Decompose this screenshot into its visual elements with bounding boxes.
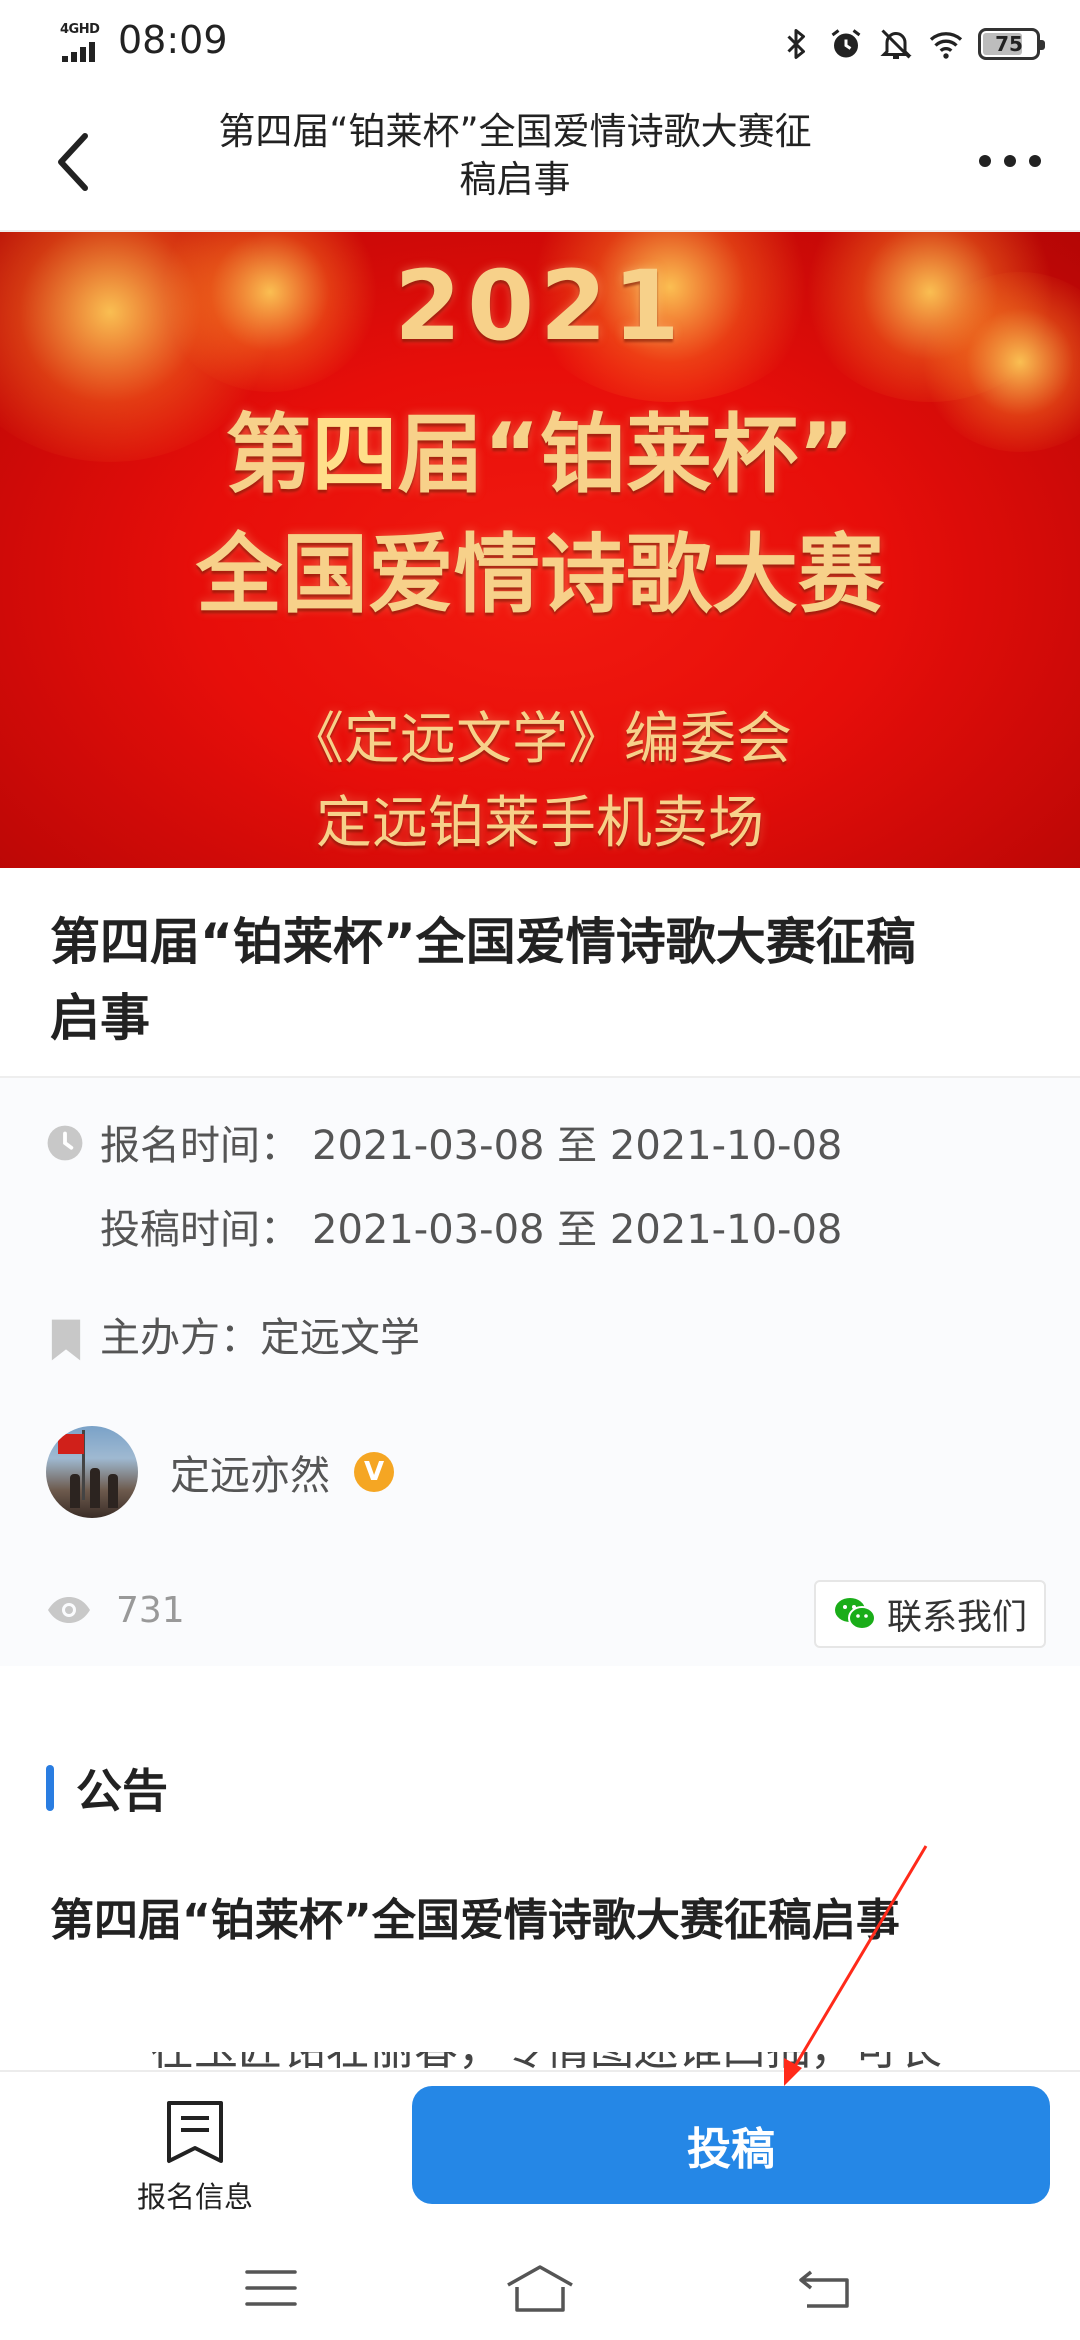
more-dots-icon bbox=[979, 155, 1041, 167]
view-count-value: 731 bbox=[116, 1589, 185, 1631]
avatar[interactable] bbox=[46, 1426, 138, 1518]
battery-icon: 75 bbox=[978, 28, 1045, 60]
submission-time-label: 投稿时间： bbox=[100, 1207, 300, 1253]
contact-us-label: 联系我们 bbox=[886, 1597, 1027, 1638]
author-name[interactable]: 定远亦然 bbox=[170, 1443, 330, 1501]
announcement-body: 在玉匠铭壮丽春，专情图迷谁凹抽，可长 bbox=[150, 2052, 1050, 2072]
article-title-line2: 启事 bbox=[50, 989, 150, 1047]
heading-accent-bar bbox=[46, 1765, 54, 1811]
banner-organizer: 《定远文学》编委会 bbox=[288, 707, 792, 772]
submission-time-value: 2021-03-08 至 2021-10-08 bbox=[312, 1207, 843, 1253]
page-title-line2: 稿启事 bbox=[459, 158, 571, 201]
mute-bell-icon bbox=[880, 29, 912, 59]
signup-info-button[interactable]: 报名信息 bbox=[120, 2086, 270, 2216]
banner-sponsor: 定远铂莱手机卖场 bbox=[316, 791, 764, 856]
signup-time-value: 2021-03-08 至 2021-10-08 bbox=[312, 1123, 843, 1169]
status-icons: 75 bbox=[778, 22, 1045, 66]
view-count: 731 bbox=[46, 1586, 185, 1634]
announcement-title: 第四届“铂莱杯”全国爱情诗歌大赛征稿启事 bbox=[50, 1895, 900, 1946]
chevron-left-icon bbox=[58, 133, 88, 191]
system-nav-bar bbox=[0, 2240, 1080, 2340]
bottom-action-bar: 报名信息 投稿 bbox=[0, 2070, 1080, 2240]
more-button[interactable] bbox=[970, 136, 1050, 186]
announcement-heading-text: 公告 bbox=[76, 1764, 168, 1818]
signal-bars-icon bbox=[62, 42, 98, 62]
article-title-line1: 第四届“铂莱杯”全国爱情诗歌大赛征稿 bbox=[50, 913, 916, 971]
network-indicator: 4GHD bbox=[58, 22, 106, 66]
announcement-heading: 公告 bbox=[46, 1758, 168, 1818]
organizer-label: 主办方：定远文学 bbox=[100, 1315, 420, 1361]
status-bar: 4GHD 08:09 75 bbox=[0, 0, 1080, 86]
page-title: 第四届“铂莱杯”全国爱情诗歌大赛征 稿启事 bbox=[140, 108, 890, 204]
bookmark-icon bbox=[51, 1319, 81, 1361]
signup-time-label: 报名时间： bbox=[100, 1123, 300, 1169]
page-title-line1: 第四届“铂莱杯”全国爱情诗歌大赛征 bbox=[218, 110, 812, 153]
banner-year: 2021 bbox=[394, 250, 686, 362]
menu-icon bbox=[245, 2270, 297, 2306]
contact-us-button[interactable]: 联系我们 bbox=[814, 1580, 1046, 1648]
eye-icon bbox=[48, 1597, 90, 1623]
banner-edition: 第四届“铂莱杯” bbox=[225, 405, 855, 505]
alarm-icon bbox=[831, 29, 861, 58]
verified-badge: V bbox=[354, 1452, 394, 1492]
home-button[interactable] bbox=[505, 2258, 575, 2318]
status-time: 08:09 bbox=[118, 18, 228, 62]
banner-contest-name: 全国爱情诗歌大赛 bbox=[196, 525, 884, 625]
document-icon bbox=[167, 2101, 223, 2163]
home-icon bbox=[507, 2265, 573, 2312]
wifi-icon bbox=[929, 32, 963, 59]
article-title: 第四届“铂莱杯”全国爱情诗歌大赛征稿 启事 bbox=[50, 904, 1040, 1056]
announcement-body-text: 在玉匠铭壮丽春，专情图迷谁凹抽，可长 bbox=[150, 2052, 942, 2072]
signup-info-label: 报名信息 bbox=[136, 2180, 253, 2214]
bluetooth-icon bbox=[787, 29, 805, 59]
wechat-icon bbox=[834, 1598, 876, 1630]
network-type-label: 4GHD bbox=[60, 22, 100, 37]
clock-icon bbox=[47, 1125, 83, 1161]
back-button[interactable] bbox=[38, 122, 108, 202]
nav-bar: 第四届“铂莱杯”全国爱情诗歌大赛征 稿启事 bbox=[0, 86, 1080, 232]
menu-button[interactable] bbox=[236, 2258, 306, 2318]
battery-level: 75 bbox=[995, 32, 1023, 56]
submit-entry-button[interactable]: 投稿 bbox=[412, 2086, 1050, 2204]
author-row[interactable]: 定远亦然 V bbox=[46, 1426, 394, 1518]
return-icon bbox=[799, 2270, 849, 2308]
event-banner: 2021 第四届“铂莱杯” 全国爱情诗歌大赛 《定远文学》编委会 定远铂莱手机卖… bbox=[0, 232, 1080, 868]
return-button[interactable] bbox=[790, 2258, 860, 2318]
